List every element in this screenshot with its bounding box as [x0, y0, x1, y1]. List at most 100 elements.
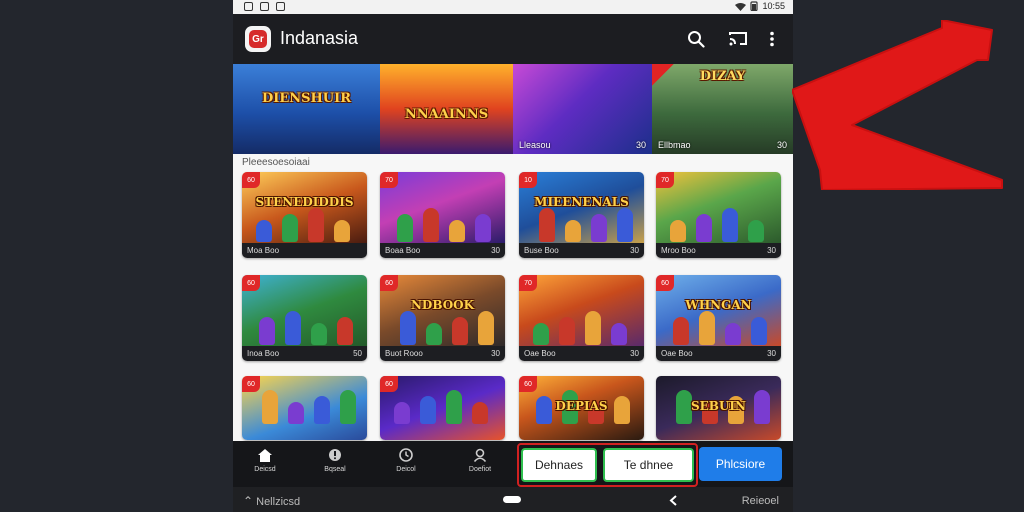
game-card[interactable]: 70 Oae Boo 30: [519, 275, 644, 361]
game-card-count: 30: [491, 246, 500, 255]
sysnav-left[interactable]: ⌃ Nellzicsd: [243, 494, 300, 508]
game-card[interactable]: 60 WHNGAN Oae Boo 30: [656, 275, 781, 361]
character-figure: [400, 311, 416, 345]
app-logo[interactable]: Gr: [245, 26, 271, 52]
battery-icon: [750, 1, 759, 11]
character-figure: [475, 214, 491, 242]
nav-item-home[interactable]: Deicsd: [235, 447, 295, 481]
primary-action-button[interactable]: Phlcsiore: [699, 447, 782, 481]
game-card-name: Mroo Boo: [661, 246, 696, 255]
game-card-footer: Mroo Boo 30: [656, 243, 781, 258]
game-card-name: Moa Boo: [247, 246, 280, 255]
character-figure: [585, 311, 601, 345]
game-card-badge: 60: [242, 376, 260, 392]
app-title: Indanasia: [280, 28, 359, 48]
game-card[interactable]: 60 STENEDIDDIS Moa Boo: [242, 172, 367, 258]
character-figure: [722, 208, 738, 242]
banner-tile[interactable]: DIENSHUIR: [233, 64, 380, 154]
character-figure: [420, 396, 436, 424]
game-card[interactable]: 60 DEPIAS: [519, 376, 644, 440]
search-icon: [688, 31, 705, 48]
phone-frame: 10:55 Gr Indanasia DIENSHUIR NNAAINNS Ll…: [233, 0, 793, 512]
character-figure: [308, 208, 324, 242]
home-pill-button[interactable]: [503, 496, 521, 503]
character-figure: [449, 220, 465, 242]
game-card-title: NDBOOK: [410, 298, 475, 312]
game-card-footer: Oae Boo 30: [519, 346, 644, 361]
character-figure: [256, 220, 272, 242]
character-figure: [725, 323, 741, 345]
banner-caption-left: Ellbmao: [658, 140, 691, 150]
character-figure: [282, 214, 298, 242]
game-card[interactable]: 70 Mroo Boo 30: [656, 172, 781, 258]
game-card[interactable]: 60 Inoa Boo 50: [242, 275, 367, 361]
game-card-badge: 70: [380, 172, 398, 188]
overflow-menu-button[interactable]: [761, 28, 783, 50]
game-card[interactable]: SEBUIN: [656, 376, 781, 440]
game-card-badge: 60: [519, 376, 537, 392]
character-figure: [478, 311, 494, 345]
status-right: 10:55: [735, 1, 785, 11]
game-card-count: 50: [353, 349, 362, 358]
game-card-badge: 10: [519, 172, 537, 188]
te-dhnee-button[interactable]: Te dhnee: [603, 448, 694, 482]
nav-item-label: Deicsd: [254, 466, 276, 473]
game-card-title: WHNGAN: [685, 298, 752, 312]
game-card-name: Inoa Boo: [247, 349, 280, 358]
section-label: Pleeesoesoiaai: [242, 157, 310, 168]
cast-button[interactable]: [727, 28, 749, 50]
game-card-badge: 60: [380, 376, 398, 392]
system-navigation-bar: ⌃ Nellzicsd Reieoel: [233, 487, 793, 512]
character-figure: [748, 220, 764, 242]
game-card-footer: Inoa Boo 50: [242, 346, 367, 361]
back-icon[interactable]: [669, 495, 677, 506]
notification-icon: [276, 2, 285, 11]
game-card-footer: Oae Boo 30: [656, 346, 781, 361]
banner-caption-right: 30: [635, 140, 646, 150]
game-card[interactable]: 10 MIEENENALS Buse Boo 30: [519, 172, 644, 258]
status-notification-icons: [244, 2, 285, 11]
app-logo-mark: Gr: [249, 30, 267, 48]
game-card-badge: 60: [242, 172, 260, 188]
character-figure: [559, 317, 575, 345]
game-card-count: 30: [767, 349, 776, 358]
game-card[interactable]: 60: [242, 376, 367, 440]
game-card-badge: 60: [380, 275, 398, 291]
game-card-title: DEPIAS: [555, 399, 608, 413]
character-figure: [539, 208, 555, 242]
game-card-name: Buot Rooo: [385, 349, 423, 358]
nav-item-clock[interactable]: Deicol: [376, 447, 436, 481]
home-icon: [258, 448, 272, 462]
banner-tile[interactable]: Lleasou 30: [513, 64, 652, 154]
highlighted-button-group: Dehnaes Te dhnee: [517, 443, 698, 487]
game-card[interactable]: 70 Boaa Boo 30: [380, 172, 505, 258]
character-figure: [611, 323, 627, 345]
character-figure: [426, 323, 442, 345]
caret-up-icon: ⌃: [243, 494, 254, 508]
nav-item-info[interactable]: Bqseal: [305, 447, 365, 481]
game-card-title: MIEENENALS: [534, 195, 629, 209]
banner-title: NNAAINNS: [404, 107, 489, 122]
game-card-count: 30: [767, 246, 776, 255]
character-figure: [423, 208, 439, 242]
game-card[interactable]: 60 NDBOOK Buot Rooo 30: [380, 275, 505, 361]
featured-banner: DIENSHUIR NNAAINNS Lleasou 30 DIZAY Ellbm…: [233, 64, 793, 154]
status-bar: 10:55: [233, 0, 793, 14]
banner-caption: Ellbmao 30: [658, 140, 787, 150]
banner-caption-left: Lleasou: [519, 140, 551, 150]
clock-icon: [399, 448, 413, 462]
banner-tile[interactable]: DIZAY Ellbmao 30: [652, 64, 793, 154]
banner-tile[interactable]: NNAAINNS: [380, 64, 513, 154]
game-card-count: 30: [630, 349, 639, 358]
game-card-badge: 60: [242, 275, 260, 291]
game-card[interactable]: 60: [380, 376, 505, 440]
app-bar: Gr Indanasia: [233, 14, 793, 64]
nav-item-label: Doefiot: [468, 466, 492, 473]
nav-item-profile[interactable]: Doefiot: [450, 447, 510, 481]
game-card-footer: Buot Rooo 30: [380, 346, 505, 361]
character-figure: [446, 390, 462, 424]
search-button[interactable]: [685, 28, 707, 50]
sysnav-right-label[interactable]: Reieoel: [742, 495, 779, 507]
profile-icon: [473, 448, 487, 462]
dehnaes-button[interactable]: Dehnaes: [521, 448, 597, 482]
